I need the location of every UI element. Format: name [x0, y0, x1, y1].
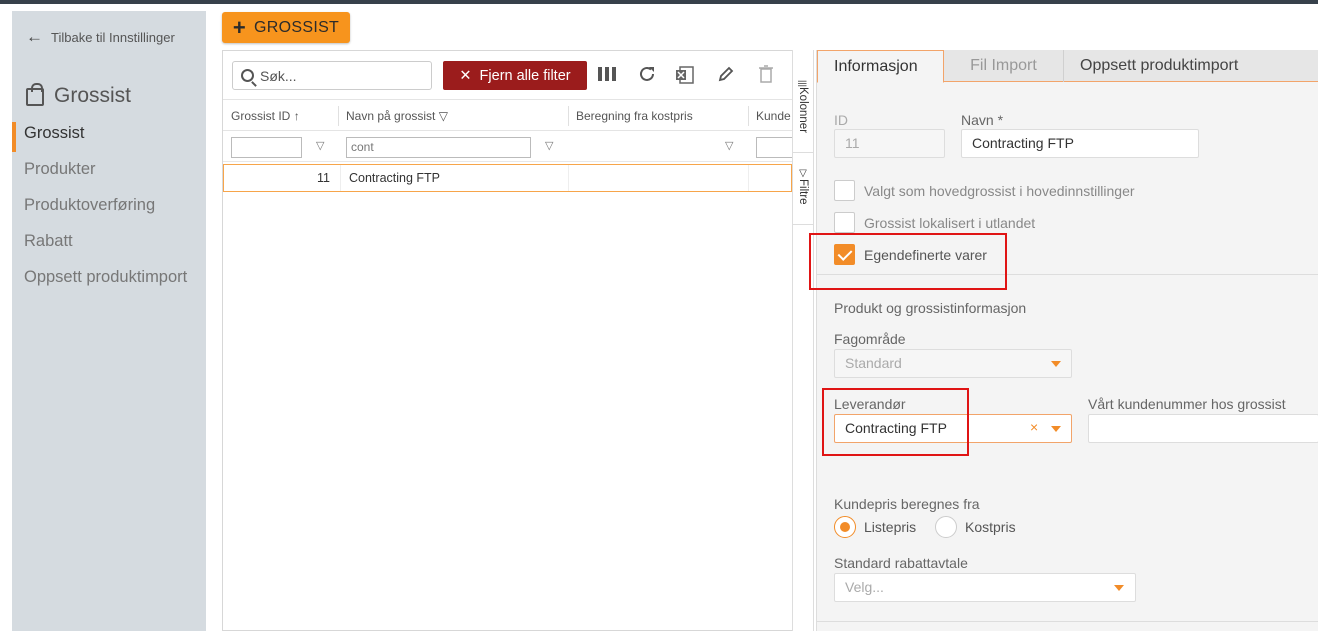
chevron-down-icon — [1051, 361, 1061, 367]
kostpris-radio[interactable] — [935, 516, 957, 538]
column-separator — [748, 106, 749, 126]
tab-filtre[interactable]: ▽ Filtre — [793, 164, 813, 220]
grid-side-tabs: ||| Kolonner ▽ Filtre — [792, 50, 814, 631]
grid-filter-row: ▽ cont ▽ ▽ — [223, 132, 796, 162]
listepris-radio[interactable] — [834, 516, 856, 538]
highlight-box-leverandor — [822, 388, 969, 456]
kostpris-label: Kostpris — [965, 519, 1016, 535]
back-link-label: Tilbake til Innstillinger — [51, 29, 175, 45]
filter-icon[interactable]: ▽ — [545, 139, 553, 152]
sidebar-title-text: Grossist — [54, 84, 132, 107]
filter-icon[interactable]: ▽ — [316, 139, 324, 152]
sidebar-item-grossist[interactable]: Grossist — [24, 124, 85, 143]
kundenummer-label: Vårt kundenummer hos grossist — [1088, 396, 1286, 412]
arrow-left-icon: ← — [26, 27, 43, 46]
sidebar-item-oppsett-produktimport[interactable]: Oppsett produktimport — [24, 268, 187, 287]
sidebar-title: Grossist — [26, 83, 132, 108]
clear-filters-label: Fjern alle filter — [479, 67, 571, 84]
rabatt-label: Standard rabattavtale — [834, 555, 968, 571]
column-header-navn[interactable]: Navn på grossist ▽ — [338, 101, 568, 131]
tab-filtre-label: Filtre — [797, 179, 809, 205]
cell-kunde — [748, 165, 794, 191]
columns-icon: ||| — [798, 80, 808, 88]
grid-header-row: Grossist ID ↑ Navn på grossist ▽ Beregni… — [223, 101, 792, 131]
search-placeholder: Søk... — [260, 67, 297, 84]
refresh-icon[interactable] — [636, 65, 658, 87]
cell-calc — [568, 165, 748, 191]
section-title: Produkt og grossistinformasjon — [834, 300, 1027, 316]
cell-name: Contracting FTP — [340, 165, 568, 191]
chevron-down-icon[interactable] — [1051, 426, 1061, 432]
tab-kolonner[interactable]: ||| Kolonner — [793, 76, 813, 148]
column-header-label: Navn på grossist — [346, 109, 436, 123]
filter-icon[interactable]: ▽ — [725, 139, 733, 152]
name-label: Navn * — [961, 112, 1004, 128]
listepris-label: Listepris — [864, 519, 917, 535]
hovedgrossist-checkbox[interactable] — [834, 180, 855, 201]
grossist-grid: Søk... ✕ Fjern alle filter Grossist ID ↑… — [222, 50, 796, 631]
tab-kolonner-label: Kolonner — [797, 87, 809, 134]
tab-informasjon[interactable]: Informasjon — [817, 50, 944, 83]
detail-panel: Informasjon Fil Import Oppsett produktim… — [816, 50, 1318, 631]
columns-icon[interactable] — [596, 65, 618, 87]
id-label: ID — [834, 112, 848, 128]
active-indicator — [12, 122, 16, 152]
divider — [817, 621, 1318, 622]
clear-filters-button[interactable]: ✕ Fjern alle filter — [443, 61, 587, 90]
filter-input-navn[interactable]: cont — [346, 137, 531, 158]
filter-icon: ▽ — [438, 109, 448, 123]
tab-oppsett-produktimport[interactable]: Oppsett produktimport — [1064, 50, 1318, 82]
cell-id: 11 — [317, 171, 330, 185]
kundenummer-field[interactable] — [1088, 414, 1318, 443]
delete-icon[interactable] — [755, 65, 777, 87]
add-grossist-label: GROSSIST — [254, 18, 340, 36]
grid-toolbar: Søk... ✕ Fjern alle filter — [223, 51, 792, 100]
filter-input-id[interactable] — [231, 137, 302, 158]
column-separator — [338, 106, 339, 126]
add-grossist-button[interactable]: + GROSSIST — [222, 12, 350, 43]
column-header-label: Grossist ID — [231, 109, 291, 123]
column-separator — [568, 106, 569, 126]
utlandet-label: Grossist lokalisert i utlandet — [864, 215, 1036, 231]
table-row[interactable]: 11 Contracting FTP — [223, 164, 792, 192]
divider — [793, 152, 813, 153]
utlandet-checkbox[interactable] — [834, 212, 855, 233]
rabatt-select[interactable]: Velg... — [834, 573, 1136, 602]
edit-icon[interactable] — [715, 65, 737, 87]
plus-icon: + — [232, 14, 247, 40]
column-header-grossist-id[interactable]: Grossist ID ↑ — [223, 101, 338, 131]
search-input[interactable]: Søk... — [232, 61, 432, 90]
back-link[interactable]: ← Tilbake til Innstillinger — [26, 27, 175, 47]
detail-tabs: Informasjon Fil Import Oppsett produktim… — [817, 50, 1318, 83]
sidebar-item-produkter[interactable]: Produkter — [24, 160, 96, 179]
tab-fil-import[interactable]: Fil Import — [944, 50, 1064, 82]
sort-ascending-icon: ↑ — [293, 109, 300, 123]
fagomrade-label: Fagområde — [834, 331, 906, 347]
divider — [793, 224, 813, 225]
excel-export-icon[interactable] — [674, 65, 696, 87]
highlight-box-egendefinerte — [809, 233, 1007, 290]
search-icon — [241, 69, 254, 82]
clear-selection-icon[interactable]: × — [1030, 419, 1038, 435]
filter-icon: ▽ — [797, 168, 809, 179]
kundepris-label: Kundepris beregnes fra — [834, 496, 980, 512]
top-bar — [0, 0, 1318, 4]
shopping-bag-icon — [26, 83, 44, 106]
column-header-beregning[interactable]: Beregning fra kostpris — [568, 101, 748, 131]
column-header-kunde[interactable]: Kunde — [748, 101, 794, 131]
filter-input-kunde[interactable] — [756, 137, 796, 158]
close-icon: ✕ — [459, 67, 472, 84]
chevron-down-icon[interactable] — [1114, 585, 1124, 591]
hovedgrossist-label: Valgt som hovedgrossist i hovedinnstilli… — [864, 183, 1135, 199]
name-field[interactable]: Contracting FTP — [961, 129, 1199, 158]
settings-sidebar: ← Tilbake til Innstillinger Grossist Gro… — [12, 11, 206, 631]
id-field: 11 — [834, 129, 945, 158]
fagomrade-select: Standard — [834, 349, 1072, 378]
sidebar-item-rabatt[interactable]: Rabatt — [24, 232, 73, 251]
sidebar-item-produktoverforing[interactable]: Produktoverføring — [24, 196, 155, 215]
